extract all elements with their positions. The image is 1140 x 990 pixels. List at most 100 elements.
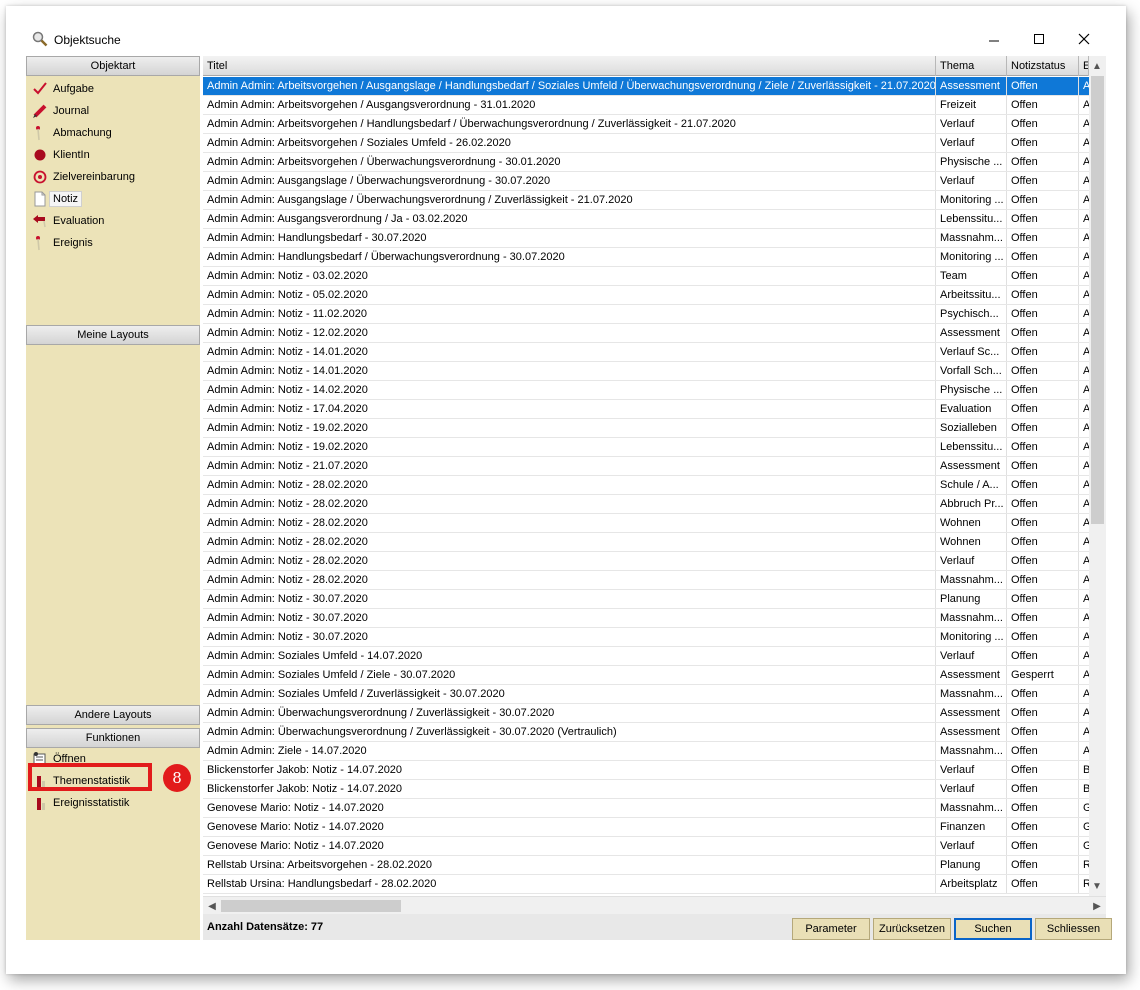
table-row[interactable]: Admin Admin: Arbeitsvorgehen / Ausgangsv… [203, 96, 1091, 115]
table-row[interactable]: Blickenstorfer Jakob: Notiz - 14.07.2020… [203, 780, 1091, 799]
scroll-right-icon[interactable]: ▶ [1089, 898, 1105, 914]
function-ereignisstatistik[interactable]: Ereignisstatistik [26, 792, 200, 814]
andere-layouts-header[interactable]: Andere Layouts [26, 705, 200, 725]
funktionen-header[interactable]: Funktionen [26, 728, 200, 748]
table-row[interactable]: Admin Admin: Notiz - 28.02.2020 Schule / … [203, 476, 1091, 495]
table-row[interactable]: Rellstab Ursina: Arbeitsvorgehen - 28.02… [203, 856, 1091, 875]
cell-thema: Wohnen [936, 533, 1007, 551]
table-row[interactable]: Genovese Mario: Notiz - 14.07.2020 Verlau… [203, 837, 1091, 856]
table-row[interactable]: Admin Admin: Notiz - 14.01.2020 Verlauf S… [203, 343, 1091, 362]
table-row[interactable]: Admin Admin: Ausgangsverordnung / Ja - 0… [203, 210, 1091, 229]
scroll-down-icon[interactable]: ▼ [1089, 878, 1105, 894]
table-row[interactable]: Admin Admin: Notiz - 19.02.2020 Sozialleb… [203, 419, 1091, 438]
column-header-thema[interactable]: Thema [936, 56, 1007, 76]
table-row[interactable]: Admin Admin: Notiz - 19.02.2020 Lebenssit… [203, 438, 1091, 457]
parameter-button[interactable]: Parameter [792, 918, 870, 940]
zuruecksetzen-button[interactable]: Zurücksetzen [873, 918, 951, 940]
object-type-journal[interactable]: Journal [26, 100, 200, 122]
table-row[interactable]: Admin Admin: Notiz - 30.07.2020 Massnahm.… [203, 609, 1091, 628]
cell-notizstatus: Offen [1007, 609, 1079, 627]
cell-notizstatus: Offen [1007, 723, 1079, 741]
cell-notizstatus: Offen [1007, 590, 1079, 608]
cell-notizstatus: Offen [1007, 647, 1079, 665]
table-row[interactable]: Blickenstorfer Jakob: Notiz - 14.07.2020… [203, 761, 1091, 780]
table-row[interactable]: Genovese Mario: Notiz - 14.07.2020 Massna… [203, 799, 1091, 818]
record-count: Anzahl Datensätze: 77 [207, 921, 324, 933]
table-row[interactable]: Admin Admin: Notiz - 28.02.2020 Abbruch P… [203, 495, 1091, 514]
object-type-evaluation[interactable]: Evaluation [26, 210, 200, 232]
table-row[interactable]: Admin Admin: Notiz - 28.02.2020 Wohnen Off… [203, 533, 1091, 552]
table-row[interactable]: Rellstab Ursina: Handlungsbedarf - 28.02… [203, 875, 1091, 894]
cell-thema: Vorfall Sch... [936, 362, 1007, 380]
table-row[interactable]: Admin Admin: Handlungsbedarf / Überwachu… [203, 248, 1091, 267]
table-row[interactable]: Admin Admin: Überwachungsverordnung / Zu… [203, 723, 1091, 742]
cell-notizstatus: Offen [1007, 742, 1079, 760]
table-row[interactable]: Admin Admin: Notiz - 28.02.2020 Massnahm.… [203, 571, 1091, 590]
meine-layouts-header[interactable]: Meine Layouts [26, 325, 200, 345]
table-row[interactable]: Admin Admin: Notiz - 28.02.2020 Wohnen Off… [203, 514, 1091, 533]
maximize-button[interactable] [1019, 24, 1059, 54]
schliessen-button[interactable]: Schliessen [1035, 918, 1112, 940]
objektart-header[interactable]: Objektart [26, 56, 200, 76]
vertical-scrollbar[interactable]: ▲ ▼ [1089, 56, 1106, 896]
object-type-notiz[interactable]: Notiz [26, 188, 200, 210]
table-row[interactable]: Admin Admin: Notiz - 14.01.2020 Vorfall S… [203, 362, 1091, 381]
window-title: Objektsuche [54, 33, 121, 47]
column-header-notizstatus[interactable]: Notizstatus [1007, 56, 1079, 76]
cell-thema: Assessment [936, 457, 1007, 475]
cell-notizstatus: Offen [1007, 248, 1079, 266]
table-row[interactable]: Admin Admin: Notiz - 14.02.2020 Physische… [203, 381, 1091, 400]
horizontal-scrollbar[interactable]: ◀ ▶ [203, 896, 1106, 914]
scroll-left-icon[interactable]: ◀ [204, 898, 220, 914]
cell-notizstatus: Offen [1007, 153, 1079, 171]
cell-notizstatus: Offen [1007, 77, 1079, 95]
checkmark-icon [32, 81, 48, 97]
table-row[interactable]: Admin Admin: Arbeitsvorgehen / Handlungs… [203, 115, 1091, 134]
cell-thema: Massnahm... [936, 799, 1007, 817]
cell-notizstatus: Offen [1007, 438, 1079, 456]
table-row[interactable]: Admin Admin: Arbeitsvorgehen / Ausgangsl… [203, 77, 1091, 96]
table-row[interactable]: Admin Admin: Notiz - 21.07.2020 Assessmen… [203, 457, 1091, 476]
cell-titel: Admin Admin: Notiz - 28.02.2020 [203, 552, 936, 570]
table-row[interactable]: Admin Admin: Notiz - 30.07.2020 Planung Of… [203, 590, 1091, 609]
suchen-button[interactable]: Suchen [954, 918, 1032, 940]
table-row[interactable]: Admin Admin: Notiz - 28.02.2020 Verlauf Of… [203, 552, 1091, 571]
cell-titel: Admin Admin: Notiz - 14.01.2020 [203, 343, 936, 361]
table-row[interactable]: Admin Admin: Ausgangslage / Überwachungs… [203, 172, 1091, 191]
scroll-up-icon[interactable]: ▲ [1089, 58, 1105, 74]
object-type-zielvereinbarung[interactable]: Zielvereinbarung [26, 166, 200, 188]
table-row[interactable]: Admin Admin: Soziales Umfeld / Ziele - 3… [203, 666, 1091, 685]
cell-thema: Arbeitssitu... [936, 286, 1007, 304]
table-row[interactable]: Admin Admin: Arbeitsvorgehen / Überwachu… [203, 153, 1091, 172]
cell-notizstatus: Gesperrt [1007, 666, 1079, 684]
table-row[interactable]: Admin Admin: Notiz - 03.02.2020 Team Offen… [203, 267, 1091, 286]
back-arrow-icon [32, 213, 48, 229]
table-row[interactable]: Admin Admin: Notiz - 30.07.2020 Monitorin… [203, 628, 1091, 647]
column-header-titel[interactable]: Titel [203, 56, 936, 76]
objektsuche-window: Objektsuche Objektart Aufgabe Journal Ab… [6, 6, 1126, 974]
table-row[interactable]: Admin Admin: Überwachungsverordnung / Zu… [203, 704, 1091, 723]
object-type-ereignis[interactable]: Ereignis [26, 232, 200, 254]
object-type-aufgabe[interactable]: Aufgabe [26, 78, 200, 100]
cell-titel: Admin Admin: Notiz - 30.07.2020 [203, 590, 936, 608]
table-row[interactable]: Admin Admin: Handlungsbedarf - 30.07.202… [203, 229, 1091, 248]
object-type-klientin[interactable]: KlientIn [26, 144, 200, 166]
table-row[interactable]: Admin Admin: Ziele - 14.07.2020 Massnahm.… [203, 742, 1091, 761]
horizontal-scroll-thumb[interactable] [221, 900, 401, 912]
cell-titel: Admin Admin: Notiz - 28.02.2020 [203, 476, 936, 494]
vertical-scroll-thumb[interactable] [1091, 76, 1104, 524]
close-button[interactable] [1064, 24, 1104, 54]
column-header-e[interactable]: E [1079, 56, 1089, 76]
cell-thema: Massnahm... [936, 742, 1007, 760]
table-row[interactable]: Admin Admin: Notiz - 11.02.2020 Psychisch… [203, 305, 1091, 324]
object-type-abmachung[interactable]: Abmachung [26, 122, 200, 144]
table-row[interactable]: Admin Admin: Soziales Umfeld - 14.07.202… [203, 647, 1091, 666]
table-row[interactable]: Admin Admin: Soziales Umfeld / Zuverläss… [203, 685, 1091, 704]
table-row[interactable]: Admin Admin: Notiz - 12.02.2020 Assessmen… [203, 324, 1091, 343]
table-row[interactable]: Admin Admin: Notiz - 05.02.2020 Arbeitssi… [203, 286, 1091, 305]
table-row[interactable]: Admin Admin: Notiz - 17.04.2020 Evaluatio… [203, 400, 1091, 419]
table-row[interactable]: Admin Admin: Arbeitsvorgehen / Soziales … [203, 134, 1091, 153]
minimize-button[interactable] [974, 24, 1014, 54]
table-row[interactable]: Genovese Mario: Notiz - 14.07.2020 Finanz… [203, 818, 1091, 837]
table-row[interactable]: Admin Admin: Ausgangslage / Überwachungs… [203, 191, 1091, 210]
